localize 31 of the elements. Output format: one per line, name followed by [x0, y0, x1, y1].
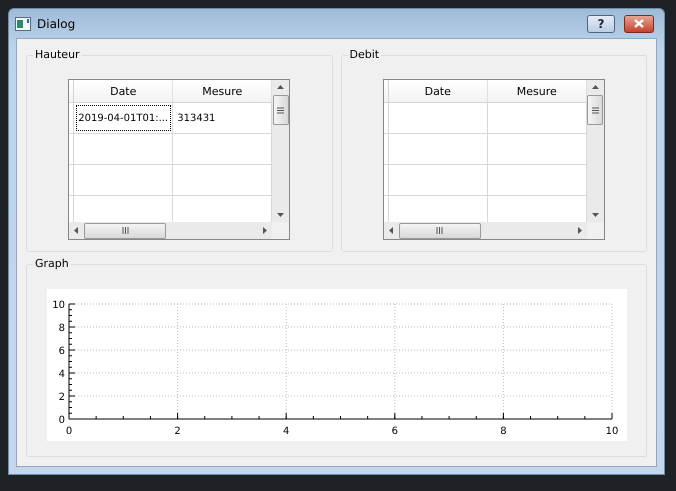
axis-label: 0 — [58, 415, 64, 426]
scrollbar-corner — [272, 222, 290, 239]
axis-label: 6 — [391, 426, 398, 437]
horizontal-scrollbar[interactable] — [384, 222, 587, 239]
axis-label: 10 — [605, 426, 618, 437]
window-title: Dialog — [37, 16, 76, 30]
axis-label: 6 — [58, 346, 64, 357]
axis-label: 8 — [58, 323, 64, 334]
vertical-scrollbar[interactable] — [586, 80, 604, 239]
scrollbar-corner — [586, 222, 604, 239]
table-cell: 2019-04-01T01:... — [74, 103, 174, 133]
group-title: Graph — [33, 257, 71, 271]
axis-label: 4 — [58, 369, 64, 380]
axis-label: 4 — [282, 426, 289, 437]
help-button[interactable]: ? — [587, 14, 615, 32]
grip-icon — [277, 106, 284, 114]
close-button[interactable] — [624, 14, 654, 32]
window-icon — [15, 16, 31, 30]
vertical-scrollbar[interactable] — [272, 80, 290, 239]
axis-label: 2 — [174, 426, 180, 437]
horizontal-scrollbar[interactable] — [69, 222, 272, 239]
axis-label: 2 — [58, 392, 64, 403]
column-header[interactable]: Date — [74, 80, 174, 102]
close-icon — [632, 18, 646, 29]
column-header[interactable]: Date — [388, 80, 488, 102]
axis-label: 0 — [65, 426, 72, 437]
axis-label: 8 — [500, 426, 506, 437]
grip-icon — [436, 227, 444, 234]
grip-icon — [122, 227, 129, 234]
axis-label: 10 — [52, 300, 64, 311]
grip-icon — [592, 106, 599, 114]
